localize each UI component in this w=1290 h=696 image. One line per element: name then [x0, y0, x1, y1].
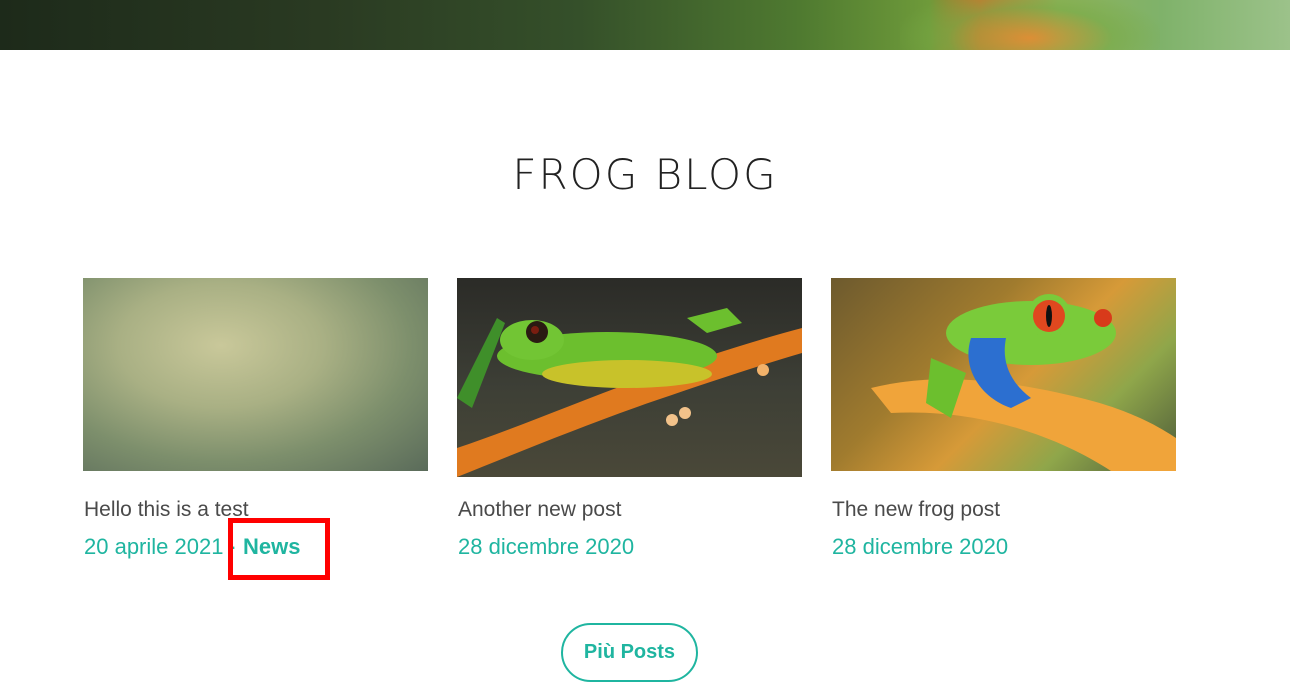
post-thumbnail[interactable] [83, 278, 428, 471]
meta-separator: · [229, 534, 237, 559]
more-posts-button[interactable]: Più Posts [561, 623, 698, 682]
post-meta: 28 dicembre 2020 [832, 534, 1008, 560]
frog-photo-image [457, 308, 802, 477]
post-date: 28 dicembre 2020 [832, 534, 1009, 559]
post-meta: 28 dicembre 2020 [458, 534, 634, 560]
section-title: FROG BLOG [512, 150, 778, 199]
post-thumbnail[interactable] [831, 278, 1176, 471]
post-title-link[interactable]: Hello this is a test [84, 498, 249, 522]
post-title-link[interactable]: The new frog post [832, 498, 1000, 522]
post-date: 28 dicembre 2020 [458, 534, 635, 559]
hero-banner-image [0, 0, 1290, 50]
post-date: 20 aprile 2021 [84, 534, 224, 559]
post-category-link[interactable]: News [243, 534, 300, 559]
frog-photo-image [871, 294, 1176, 471]
blog-card[interactable]: Hello this is a test 20 aprile 2021 · Ne… [83, 278, 428, 559]
blog-card[interactable]: Another new post 28 dicembre 2020 [457, 278, 802, 559]
post-meta: 20 aprile 2021 · News [84, 534, 301, 560]
post-thumbnail[interactable] [457, 278, 802, 477]
post-title-link[interactable]: Another new post [458, 498, 621, 522]
blog-card[interactable]: The new frog post 28 dicembre 2020 [831, 278, 1176, 559]
